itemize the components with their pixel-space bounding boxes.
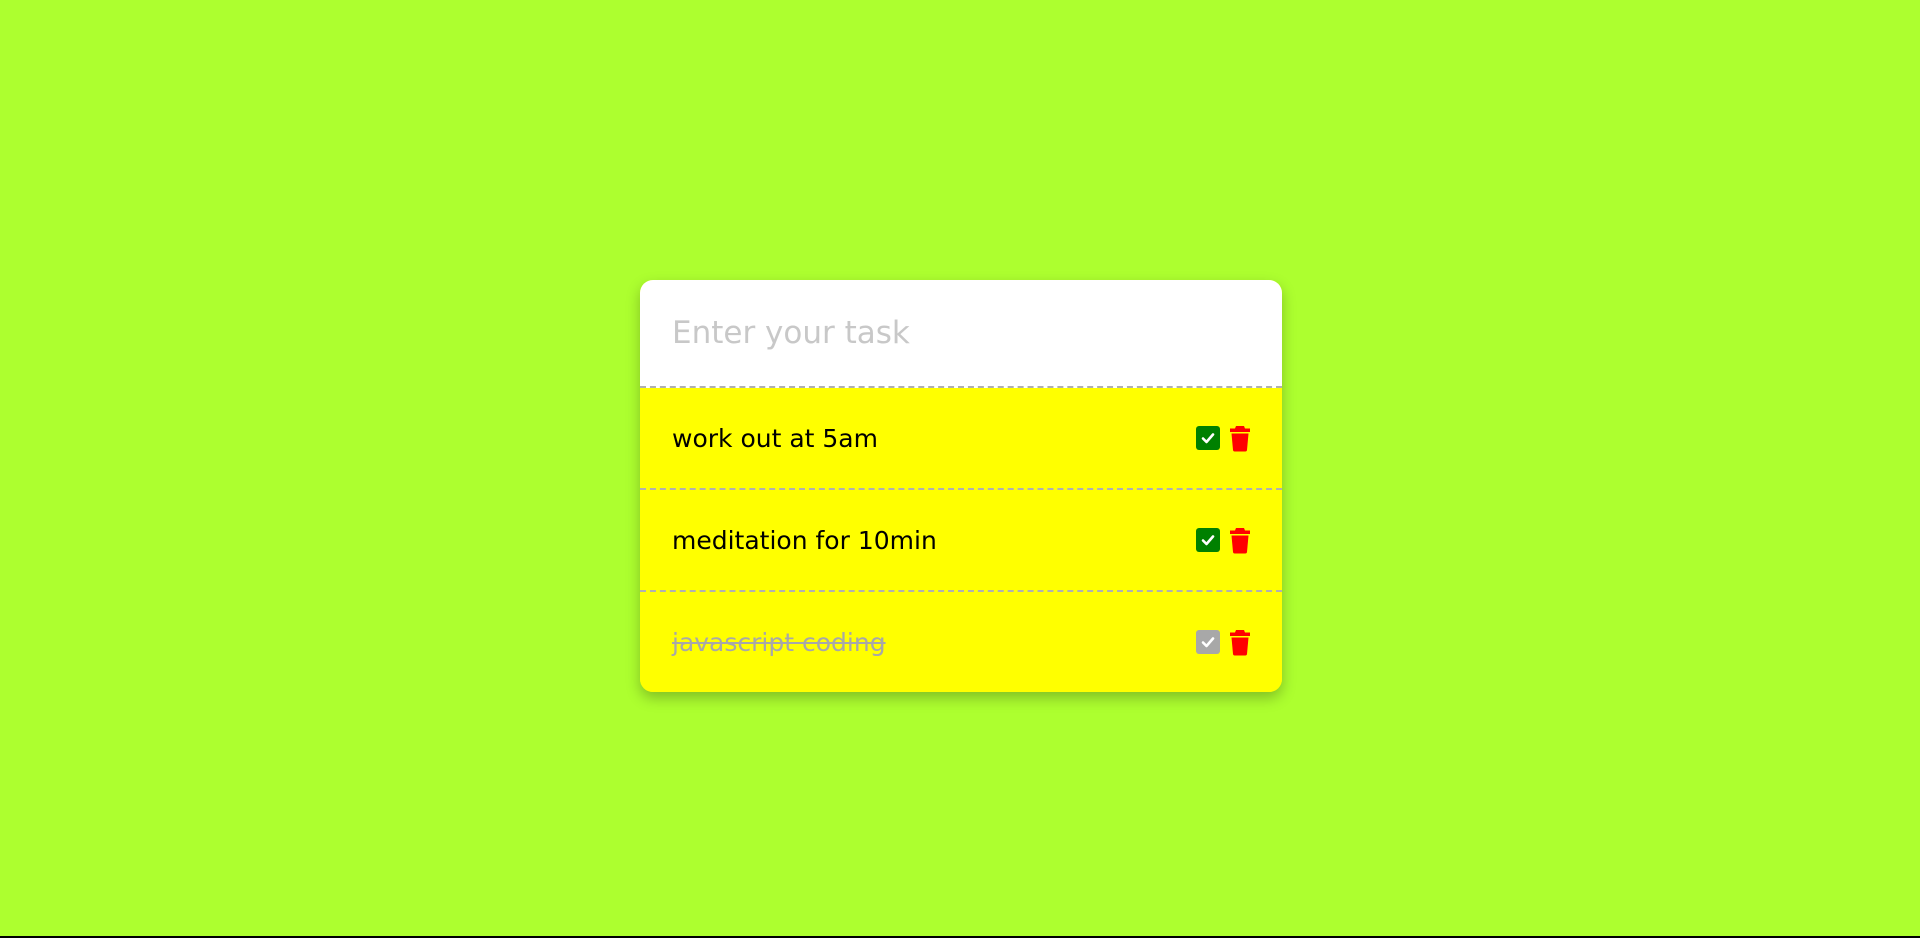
task-input[interactable] — [640, 280, 1282, 388]
check-square-icon[interactable] — [1196, 426, 1220, 450]
trash-icon[interactable] — [1228, 628, 1252, 656]
task-item: meditation for 10min — [640, 490, 1282, 592]
task-item: work out at 5am — [640, 388, 1282, 490]
check-square-icon[interactable] — [1196, 630, 1220, 654]
task-list: work out at 5am meditation for 10min jav… — [640, 388, 1282, 692]
task-actions — [1196, 628, 1252, 656]
task-actions — [1196, 526, 1252, 554]
task-text: meditation for 10min — [672, 525, 937, 555]
task-text: work out at 5am — [672, 423, 878, 453]
check-square-icon[interactable] — [1196, 528, 1220, 552]
todo-card: work out at 5am meditation for 10min — [640, 280, 1282, 692]
task-actions — [1196, 424, 1252, 452]
trash-icon[interactable] — [1228, 424, 1252, 452]
task-text: javascript coding — [672, 627, 886, 657]
trash-icon[interactable] — [1228, 526, 1252, 554]
task-item: javascript coding — [640, 592, 1282, 692]
